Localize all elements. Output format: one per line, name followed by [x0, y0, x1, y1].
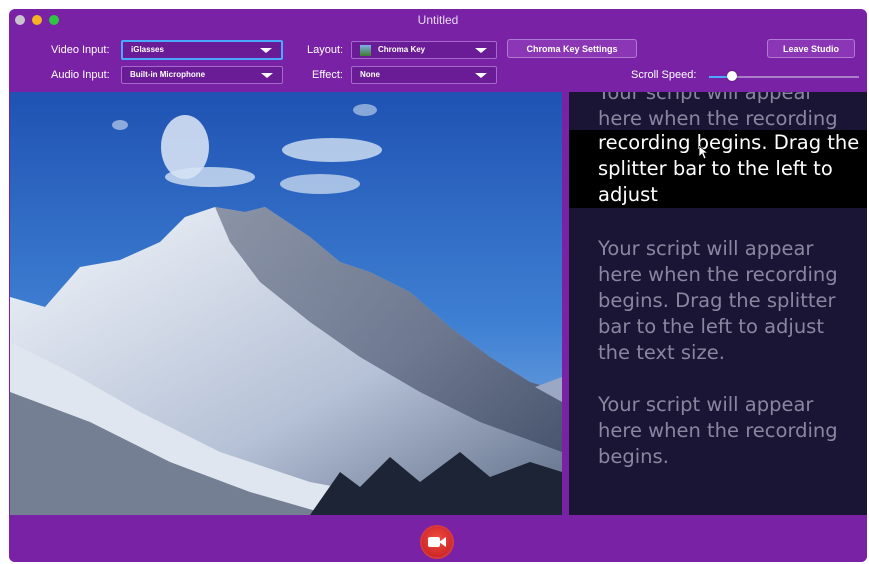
chroma-key-settings-button[interactable]: Chroma Key Settings [507, 39, 637, 58]
chevron-down-icon [475, 48, 487, 53]
script-block: Your script will appear here when the re… [598, 393, 838, 468]
mouse-cursor-icon [699, 146, 709, 160]
layout-label: Layout: [307, 44, 344, 56]
bottom-bar [9, 515, 867, 562]
highlighted-script-text: recording begins. Drag the splitter bar … [598, 131, 860, 206]
audio-input-value: Built-in Microphone [130, 70, 206, 79]
audio-input-label: Audio Input: [51, 69, 110, 81]
scroll-speed-slider-knob[interactable] [727, 71, 737, 81]
video-input-value: iGlasses [131, 45, 164, 54]
video-input-label: Video Input: [51, 44, 110, 56]
layout-value: Chroma Key [378, 45, 426, 54]
window-title: Untitled [417, 13, 459, 27]
chevron-down-icon [260, 48, 272, 53]
video-camera-lens-icon [439, 537, 446, 547]
splitter-bar[interactable] [562, 92, 569, 515]
layout-select[interactable]: Chroma Key [351, 41, 497, 59]
effect-select[interactable]: None [351, 66, 497, 84]
chroma-key-thumbnail-icon [360, 45, 371, 56]
title-bar: Untitled [9, 9, 867, 31]
studio-window: Untitled Video Input: iGlasses Audio Inp… [9, 9, 867, 562]
chevron-down-icon [261, 73, 273, 78]
audio-input-select[interactable]: Built-in Microphone [121, 66, 283, 84]
effect-value: None [360, 70, 380, 79]
record-button[interactable] [422, 527, 452, 557]
mountain-scene-image [10, 92, 562, 515]
video-input-select[interactable]: iGlasses [121, 40, 283, 60]
effect-label: Effect: [312, 69, 343, 81]
video-preview [10, 92, 562, 515]
scroll-speed-label: Scroll Speed: [631, 69, 697, 81]
leave-studio-button[interactable]: Leave Studio [767, 39, 855, 58]
chevron-down-icon [475, 73, 487, 78]
script-block: Your script will appear here when the re… [598, 237, 838, 364]
